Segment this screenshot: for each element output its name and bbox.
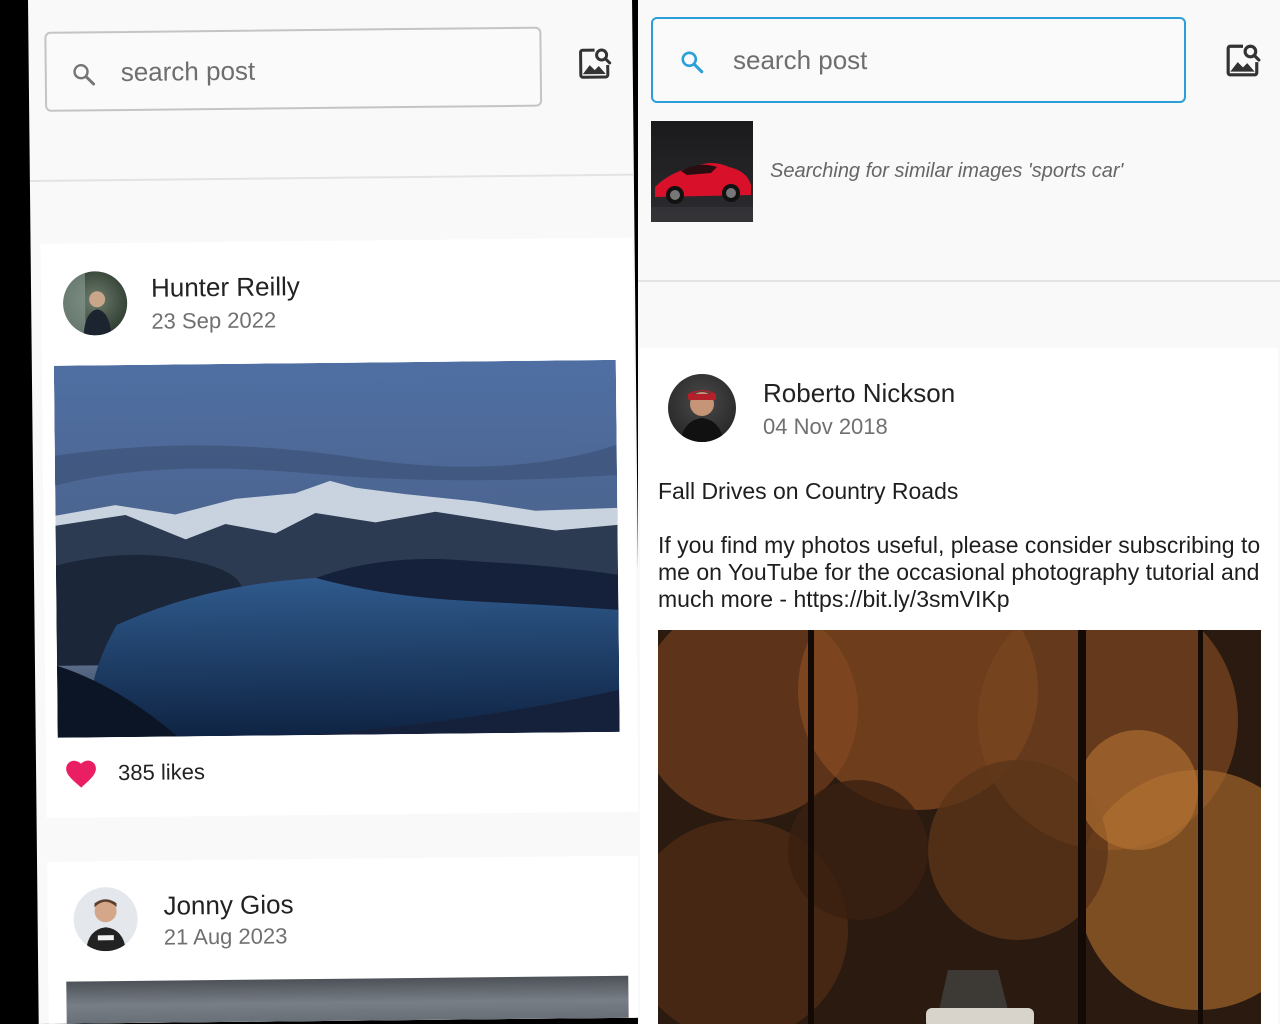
similar-search-caption: Searching for similar images 'sports car… xyxy=(770,160,1124,182)
avatar-photo xyxy=(680,390,724,442)
post-author[interactable]: Hunter Reilly xyxy=(151,271,300,304)
search-input[interactable] xyxy=(733,41,1153,79)
likes-count: 385 likes xyxy=(117,759,206,786)
divider xyxy=(638,280,1280,282)
avatar-photo xyxy=(62,271,112,336)
avatar-photo xyxy=(85,899,126,952)
post-image[interactable] xyxy=(66,975,629,1024)
post-title: Fall Drives on Country Roads xyxy=(658,478,959,504)
image-search-icon[interactable] xyxy=(1225,42,1261,78)
post-image[interactable] xyxy=(658,630,1261,1024)
post-date: 04 Nov 2018 xyxy=(763,414,888,439)
divider xyxy=(29,173,634,182)
right-screen: Searching for similar images 'sports car… xyxy=(638,0,1280,1024)
post-body: If you find my photos useful, please con… xyxy=(658,532,1261,612)
search-field[interactable] xyxy=(651,17,1186,103)
like-row: 385 likes xyxy=(64,756,205,789)
post-card[interactable]: Jonny Gios 21 Aug 2023 xyxy=(47,855,641,1024)
post-date: 23 Sep 2022 xyxy=(151,307,277,334)
search-icon xyxy=(681,51,704,74)
search-input[interactable] xyxy=(120,49,501,92)
post-date: 21 Aug 2023 xyxy=(163,923,288,950)
heart-icon[interactable] xyxy=(64,757,98,789)
image-search-icon[interactable] xyxy=(578,46,612,80)
post-card[interactable]: Hunter Reilly 23 Sep 2022 385 likes xyxy=(40,237,639,818)
similar-image-thumbnail[interactable] xyxy=(651,121,753,222)
search-field[interactable] xyxy=(44,26,543,112)
post-author[interactable]: Roberto Nickson xyxy=(763,378,955,409)
post-card[interactable]: Roberto Nickson 04 Nov 2018 Fall Drives … xyxy=(640,348,1278,1024)
avatar xyxy=(668,374,736,442)
post-image[interactable] xyxy=(53,359,620,738)
avatar xyxy=(62,270,128,336)
avatar xyxy=(73,886,138,952)
search-icon xyxy=(73,64,96,86)
post-author[interactable]: Jonny Gios xyxy=(163,889,293,921)
left-screen: Hunter Reilly 23 Sep 2022 xyxy=(28,0,643,1024)
